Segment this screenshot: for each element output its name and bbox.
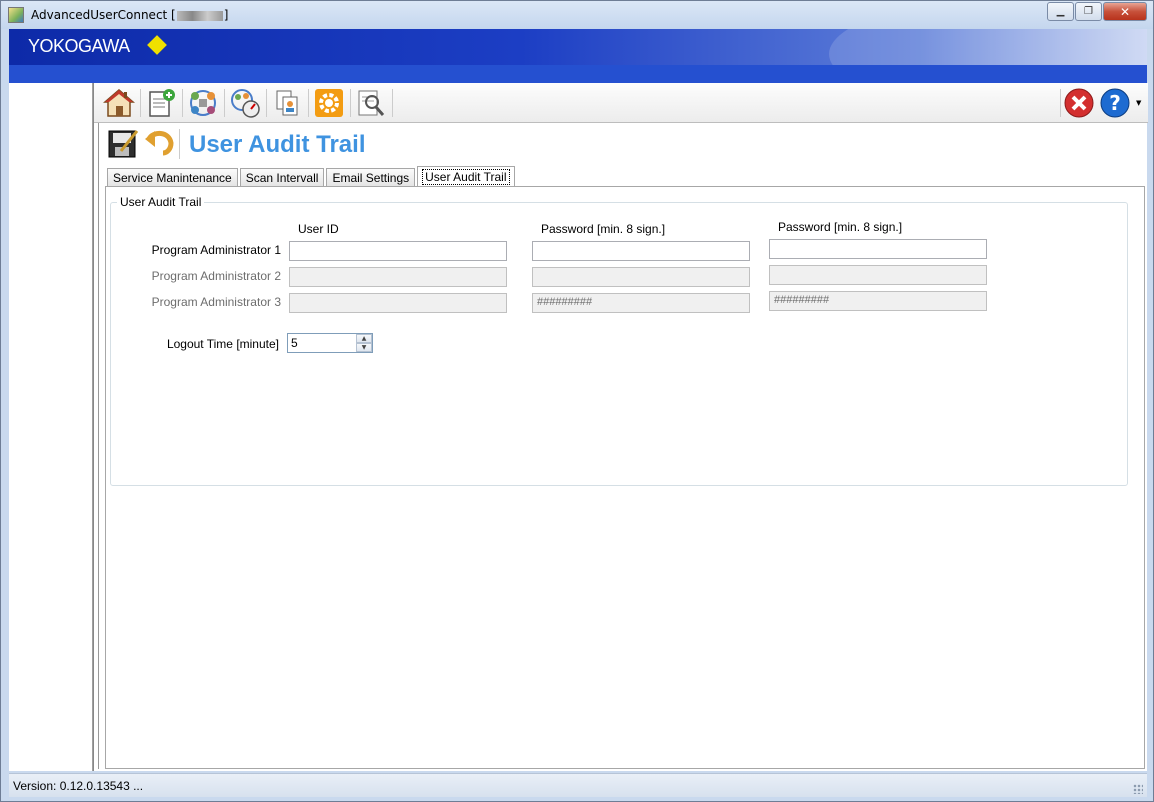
content-panel: User Audit Trail Service Manintenance Sc…	[98, 123, 1145, 769]
home-icon	[103, 89, 135, 117]
banner-strip	[9, 65, 1147, 83]
toolbar-help-button[interactable]: ?	[1098, 86, 1132, 120]
help-dropdown-arrow-icon[interactable]: ▼	[1136, 99, 1141, 107]
status-bar: Version: 0.12.0.13543 ...	[9, 773, 1147, 797]
column-header-password-confirm: Password [min. 8 sign.]	[778, 220, 903, 234]
add-document-icon	[149, 89, 175, 117]
user-documents-icon	[276, 90, 298, 116]
stepper-down-icon[interactable]: ▼	[356, 343, 372, 352]
admin-1-user-id-input[interactable]	[289, 241, 507, 261]
tab-label: Scan Intervall	[245, 171, 319, 185]
main-toolbar: ? ▼	[94, 83, 1148, 123]
admin-2-user-id-input	[289, 267, 507, 287]
svg-text:?: ?	[1109, 91, 1121, 115]
row-label-admin-2: Program Administrator 2	[151, 269, 281, 283]
audit-search-icon	[358, 90, 385, 116]
toolbar-separator	[350, 89, 351, 117]
tab-strip: Service Manintenance Scan Intervall Emai…	[107, 166, 517, 187]
action-bar: User Audit Trail	[99, 123, 1145, 163]
save-icon	[108, 130, 139, 158]
version-text: Version: 0.12.0.13543 ...	[13, 779, 144, 793]
left-navigation-pane	[9, 83, 93, 771]
tab-service-maintenance[interactable]: Service Manintenance	[107, 168, 238, 187]
title-bar[interactable]: AdvancedUserConnect [] ▁ ❐ ✕	[1, 1, 1153, 29]
close-red-icon	[1064, 88, 1094, 118]
yokogawa-logo: YOKOGAWA	[28, 36, 130, 56]
app-window: AdvancedUserConnect [] ▁ ❐ ✕ YOKOGAWA ? …	[0, 0, 1154, 802]
tab-label: Email Settings	[332, 171, 410, 185]
undo-icon	[145, 131, 174, 156]
admin-2-password-confirm-input	[769, 265, 987, 285]
main-area: ? ▼ User Audit Trail Service Manintenanc…	[93, 83, 1148, 771]
toolbar-separator	[140, 89, 141, 117]
window-title-suffix: ]	[223, 8, 229, 22]
toolbar-audit-button[interactable]	[352, 86, 390, 120]
admin-1-password-input[interactable]	[532, 241, 750, 261]
row-label-admin-1: Program Administrator 1	[151, 243, 281, 257]
toolbar-add-document-button[interactable]	[142, 86, 180, 120]
admin-3-password-confirm-input: #########	[769, 291, 987, 311]
tab-label: User Audit Trail	[422, 169, 510, 185]
toolbar-separator	[266, 89, 267, 117]
tab-email-settings[interactable]: Email Settings	[326, 168, 416, 187]
brand-banner: YOKOGAWA	[9, 29, 1147, 83]
toolbar-settings-button[interactable]	[310, 86, 348, 120]
admin-3-user-id-input	[289, 293, 507, 313]
network-users-icon	[190, 90, 216, 116]
window-title-text: AdvancedUserConnect [	[31, 8, 176, 22]
app-icon	[8, 7, 24, 23]
page-title: User Audit Trail	[189, 131, 366, 158]
toolbar-separator	[392, 89, 393, 117]
column-header-user-id: User ID	[298, 222, 339, 236]
toolbar-home-button[interactable]	[100, 86, 138, 120]
toolbar-separator	[182, 89, 183, 117]
resize-grip-icon[interactable]	[1133, 784, 1143, 794]
stepper-buttons: ▲ ▼	[356, 334, 372, 352]
toolbar-separator	[308, 89, 309, 117]
row-label-admin-3: Program Administrator 3	[151, 295, 281, 309]
window-title: AdvancedUserConnect []	[31, 8, 228, 22]
scan-gauge-icon	[231, 89, 260, 118]
toolbar-separator	[1060, 89, 1061, 117]
group-title: User Audit Trail	[117, 195, 205, 209]
column-header-password: Password [min. 8 sign.]	[541, 222, 666, 236]
title-separator	[179, 129, 180, 159]
logo-diamond-icon	[147, 35, 167, 55]
toolbar-separator	[224, 89, 225, 117]
help-icon: ?	[1100, 88, 1130, 118]
tab-panel: User Audit Trail User ID Password [min. …	[105, 186, 1145, 769]
toolbar-exit-button[interactable]	[1062, 86, 1096, 120]
tab-scan-interval[interactable]: Scan Intervall	[239, 168, 325, 187]
toolbar-user-documents-button[interactable]	[268, 86, 306, 120]
close-window-button[interactable]: ✕	[1103, 2, 1147, 21]
settings-gear-icon	[315, 89, 343, 117]
redacted-title-part	[176, 10, 223, 21]
stepper-up-icon[interactable]: ▲	[356, 334, 372, 343]
window-controls: ▁ ❐ ✕	[1046, 2, 1147, 21]
admin-2-password-input	[532, 267, 750, 287]
tab-label: Service Manintenance	[113, 171, 232, 185]
admin-1-password-confirm-input[interactable]	[769, 239, 987, 259]
save-button[interactable]	[107, 127, 139, 162]
logout-time-stepper[interactable]: 5 ▲ ▼	[287, 333, 373, 353]
undo-button[interactable]	[143, 127, 175, 162]
user-audit-trail-group: User Audit Trail User ID Password [min. …	[110, 195, 1128, 486]
tab-user-audit-trail[interactable]: User Audit Trail	[417, 166, 515, 187]
admin-3-password-input: #########	[532, 293, 750, 313]
logout-time-label: Logout Time [minute]	[166, 337, 279, 351]
logout-time-value[interactable]: 5	[291, 336, 298, 350]
toolbar-network-users-button[interactable]	[184, 86, 222, 120]
toolbar-scan-button[interactable]	[226, 86, 264, 120]
restore-button[interactable]: ❐	[1075, 2, 1102, 21]
minimize-button[interactable]: ▁	[1047, 2, 1074, 21]
